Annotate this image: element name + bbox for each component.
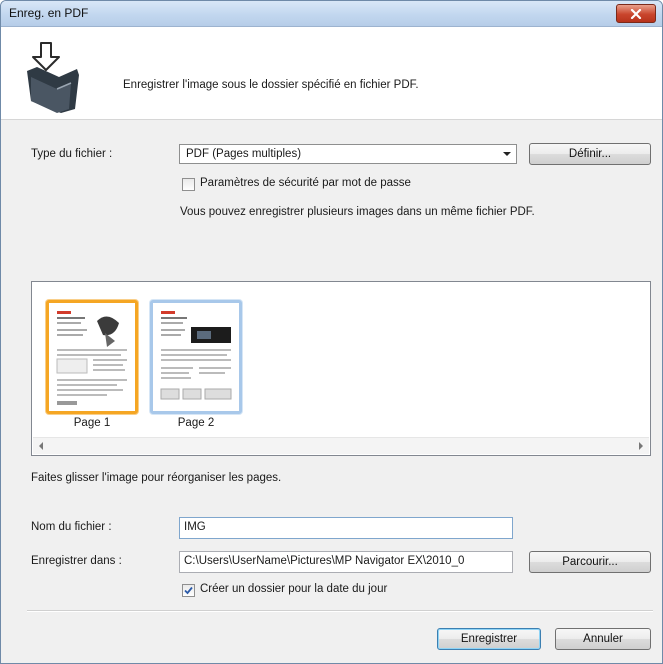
dialog-header: Enregistrer l'image sous le dossier spéc… (1, 27, 662, 120)
close-button[interactable] (616, 4, 656, 23)
scroll-right-icon[interactable] (633, 438, 649, 454)
save-in-label: Enregistrer dans : (31, 555, 122, 567)
title-bar[interactable]: Enreg. en PDF (1, 1, 662, 27)
multi-page-hint: Vous pouvez enregistrer plusieurs images… (180, 206, 535, 218)
reorder-instruction: Faites glisser l'image pour réorganiser … (31, 472, 282, 484)
page-thumbnail[interactable] (150, 300, 242, 414)
password-security-checkbox[interactable] (182, 178, 195, 191)
date-folder-checkbox[interactable] (182, 584, 195, 597)
dialog-description: Enregistrer l'image sous le dossier spéc… (123, 79, 419, 91)
page-thumbnail-image (153, 303, 239, 411)
cancel-button[interactable]: Annuler (555, 628, 651, 650)
browse-button[interactable]: Parcourir... (529, 551, 651, 573)
page-label: Page 1 (73, 417, 111, 429)
save-button[interactable]: Enregistrer (437, 628, 541, 650)
window-title: Enreg. en PDF (9, 6, 89, 20)
checkmark-icon (184, 586, 193, 595)
file-type-value: PDF (Pages multiples) (186, 148, 302, 160)
pdf-save-dialog: Enreg. en PDF Enregistrer l'image sous l… (0, 0, 663, 664)
save-to-folder-icon (27, 42, 79, 113)
file-type-label: Type du fichier : (31, 148, 113, 160)
date-folder-label: Créer un dossier pour la date du jour (200, 583, 388, 595)
page-thumbnail[interactable] (46, 300, 138, 414)
close-icon (630, 8, 642, 19)
chevron-down-icon (503, 152, 511, 156)
scroll-left-icon[interactable] (33, 438, 49, 454)
file-type-select[interactable]: PDF (Pages multiples) (179, 144, 517, 164)
page-thumbnail-image (49, 303, 135, 411)
footer-divider (27, 610, 653, 612)
horizontal-scrollbar[interactable] (33, 437, 649, 454)
password-security-label: Paramètres de sécurité par mot de passe (200, 177, 411, 189)
page-preview-area[interactable]: Page 1 Page 2 (31, 281, 651, 456)
file-name-input[interactable]: IMG (179, 517, 513, 539)
define-button[interactable]: Définir... (529, 143, 651, 165)
save-path-field[interactable]: C:\Users\UserName\Pictures\MP Navigator … (179, 551, 513, 573)
file-name-label: Nom du fichier : (31, 521, 112, 533)
page-label: Page 2 (177, 417, 215, 429)
